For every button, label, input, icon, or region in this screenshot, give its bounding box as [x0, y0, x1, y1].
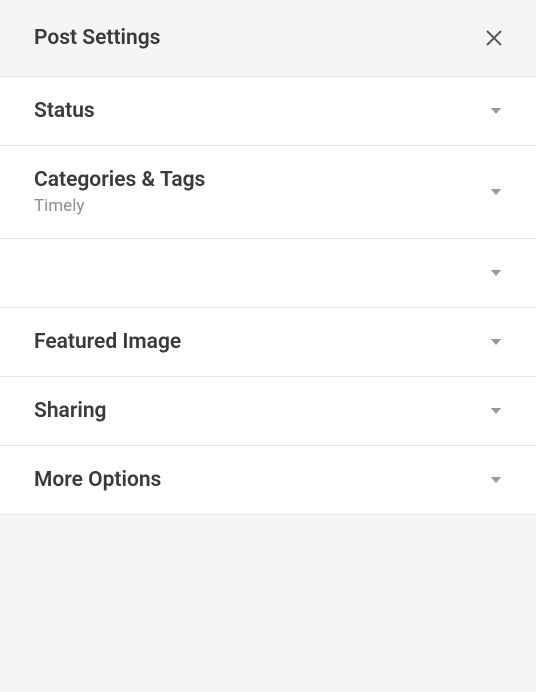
section-title: Status [34, 99, 95, 123]
chevron-down-icon [484, 180, 508, 204]
section-title: Featured Image [34, 330, 181, 354]
panel-footer [0, 515, 536, 561]
post-settings-panel: Post Settings Status Categories & Tags T… [0, 0, 536, 692]
section-title: Categories & Tags [34, 168, 205, 192]
section-unlabeled[interactable] [0, 239, 536, 308]
panel-title: Post Settings [34, 26, 160, 50]
section-text: More Options [34, 468, 161, 492]
section-text: Sharing [34, 399, 107, 423]
chevron-down-icon [484, 468, 508, 492]
section-title: More Options [34, 468, 161, 492]
section-more-options[interactable]: More Options [0, 446, 536, 515]
section-subtitle: Timely [34, 196, 205, 216]
section-text: Status [34, 99, 95, 123]
panel-header: Post Settings [0, 0, 536, 77]
chevron-down-icon [484, 399, 508, 423]
chevron-down-icon [484, 99, 508, 123]
section-featured-image[interactable]: Featured Image [0, 308, 536, 377]
section-sharing[interactable]: Sharing [0, 377, 536, 446]
close-icon[interactable] [480, 24, 508, 52]
section-title: Sharing [34, 399, 107, 423]
chevron-down-icon [484, 261, 508, 285]
section-text: Categories & Tags Timely [34, 168, 205, 216]
section-status[interactable]: Status [0, 77, 536, 146]
section-categories-tags[interactable]: Categories & Tags Timely [0, 146, 536, 239]
section-text: Featured Image [34, 330, 181, 354]
chevron-down-icon [484, 330, 508, 354]
